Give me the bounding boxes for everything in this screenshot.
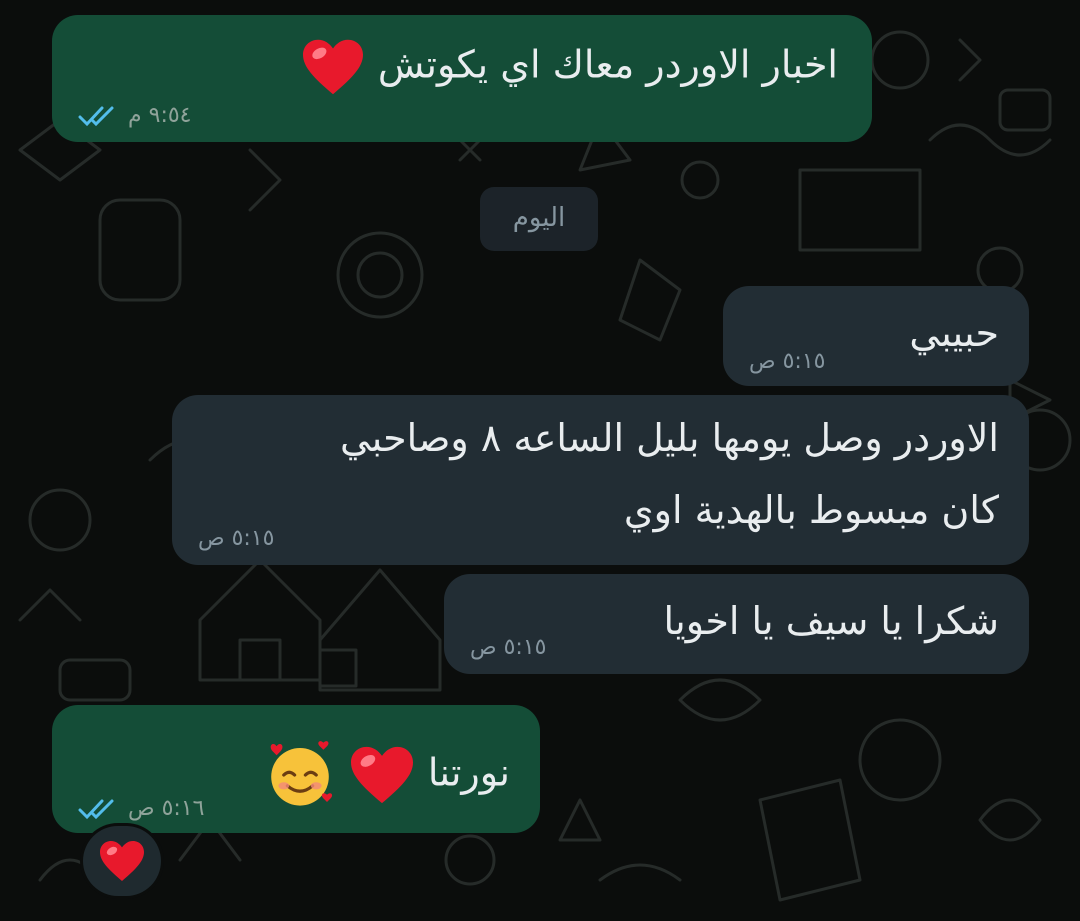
message-reaction[interactable]: [80, 823, 164, 899]
message-text-row: اخبار الاوردر معاك اي يكوتش: [300, 37, 838, 97]
red-heart-icon: [100, 841, 144, 881]
message-text-line-1: الاوردر وصل يومها بليل الساعه ٨ وصاحبي: [339, 416, 999, 460]
double-check-read-icon: [78, 799, 114, 819]
message-bubble-outgoing[interactable]: نورتنا ٥:١٦ ص: [52, 705, 540, 833]
message-text: اخبار الاوردر معاك اي يكوتش: [377, 42, 838, 87]
message-bubble-incoming[interactable]: الاوردر وصل يومها بليل الساعه ٨ وصاحبي ك…: [172, 395, 1029, 565]
message-time: ٥:١٦ ص: [128, 796, 205, 821]
smiling-face-with-hearts-emoji: [270, 741, 332, 806]
message-meta: ٩:٥٤ م: [78, 103, 192, 128]
date-separator: اليوم: [480, 187, 598, 251]
message-time: ٥:١٥ ص: [198, 526, 275, 551]
message-text-line-2: كان مبسوط بالهدية اوي: [623, 488, 999, 532]
reaction-pill: [83, 826, 161, 896]
message-meta: ٥:١٦ ص: [78, 796, 204, 821]
message-text-row: نورتنا: [264, 739, 510, 811]
message-time: ٥:١٥ ص: [470, 635, 547, 660]
message-time: ٩:٥٤ م: [128, 103, 192, 128]
red-heart-emoji: [302, 39, 363, 95]
message-time: ٥:١٥ ص: [749, 349, 826, 374]
red-heart-emoji: [350, 746, 413, 804]
double-check-read-icon: [78, 106, 114, 126]
message-text: حبيبي: [909, 311, 999, 355]
message-bubble-outgoing[interactable]: اخبار الاوردر معاك اي يكوتش ٩:٥٤ م: [52, 15, 872, 142]
message-bubble-incoming[interactable]: حبيبي ٥:١٥ ص: [723, 286, 1029, 386]
message-text: شكرا يا سيف يا اخويا: [663, 599, 999, 643]
message-text: نورتنا: [427, 750, 510, 795]
message-bubble-incoming[interactable]: شكرا يا سيف يا اخويا ٥:١٥ ص: [444, 574, 1029, 674]
